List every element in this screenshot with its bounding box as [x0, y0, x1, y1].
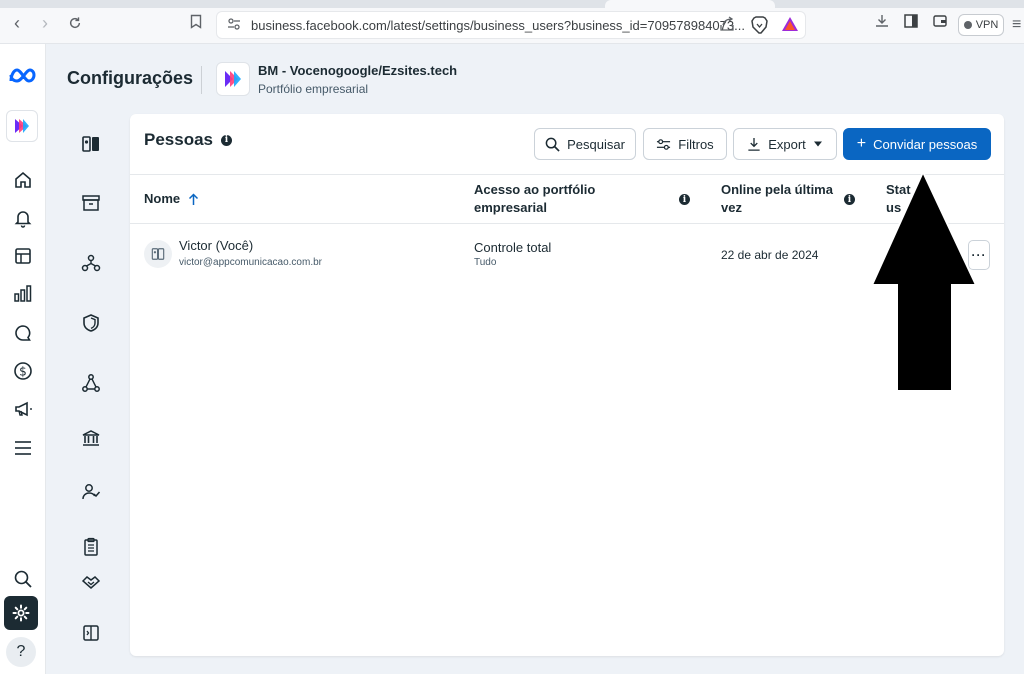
download-icon[interactable]	[874, 13, 890, 34]
gear-icon	[12, 604, 30, 622]
user-name[interactable]: Victor (Você)	[179, 238, 253, 253]
invite-people-button[interactable]: + Convidar pessoas	[843, 128, 991, 160]
search-icon	[545, 137, 560, 152]
user-check-icon[interactable]	[80, 481, 102, 503]
svg-text:$: $	[19, 365, 27, 379]
vpn-label: VPN	[975, 19, 999, 31]
invite-button-label: Convidar pessoas	[873, 136, 978, 152]
sidebar-toggle-icon[interactable]	[903, 13, 919, 34]
user-email: victor@appcomunicacao.com.br	[179, 257, 322, 268]
accounts-section-icon[interactable]	[80, 192, 102, 214]
billing-bank-icon[interactable]	[80, 427, 102, 449]
online-info-icon[interactable]: i	[844, 194, 855, 205]
integrations-section-icon[interactable]	[80, 252, 102, 274]
column-online-label-2: vez	[721, 200, 742, 215]
panel-icon[interactable]	[80, 622, 102, 644]
help-icon[interactable]: ?	[6, 637, 36, 667]
annotation-arrow-icon	[870, 170, 978, 392]
active-browser-tab[interactable]	[605, 0, 775, 8]
access-info-icon[interactable]: i	[679, 194, 690, 205]
business-logo-icon[interactable]	[216, 62, 250, 96]
column-online-label-1: Online pela última	[721, 182, 833, 197]
left-rail: $ ?	[0, 44, 46, 674]
ads-icon[interactable]	[11, 397, 35, 421]
business-type: Portfólio empresarial	[258, 82, 369, 96]
users-section-icon[interactable]	[80, 133, 102, 155]
filter-sliders-icon	[657, 138, 671, 150]
business-name[interactable]: BM - Vocenogoogle/Ezsites.tech	[258, 63, 457, 78]
business-app-icon[interactable]	[6, 110, 38, 142]
bookmark-icon[interactable]	[190, 14, 202, 34]
download-icon	[748, 137, 760, 151]
reload-icon[interactable]	[66, 14, 84, 32]
card-title: Pessoas	[144, 130, 213, 149]
sort-ascending-icon	[189, 192, 199, 205]
inbox-icon[interactable]	[11, 321, 35, 345]
share-icon[interactable]	[719, 16, 735, 37]
plus-icon: +	[856, 135, 867, 152]
avatar	[144, 240, 172, 268]
filters-button-label: Filtros	[678, 136, 714, 152]
forward-icon[interactable]: ›	[36, 13, 54, 33]
user-card-icon	[151, 248, 165, 260]
column-access-label-2: empresarial	[474, 200, 547, 215]
column-header-name[interactable]: Nome	[144, 190, 199, 208]
wallet-icon[interactable]	[932, 13, 948, 34]
handshake-icon[interactable]	[80, 571, 102, 593]
caret-down-icon	[813, 141, 822, 147]
insights-icon[interactable]	[11, 282, 35, 306]
address-bar[interactable]: business.facebook.com/latest/settings/bu…	[216, 11, 806, 39]
brave-rewards-icon[interactable]	[781, 16, 799, 37]
search-button-label: Pesquisar	[567, 136, 625, 152]
site-settings-icon[interactable]	[227, 17, 241, 34]
vpn-status-icon	[963, 21, 972, 29]
filters-button[interactable]: Filtros	[643, 128, 727, 160]
export-button-label: Export	[768, 136, 806, 152]
notifications-icon[interactable]	[11, 206, 35, 230]
monetization-icon[interactable]: $	[11, 359, 35, 383]
column-name-label: Nome	[144, 191, 181, 206]
browser-toolbar: ‹ › business.facebook.com/latest/setting…	[0, 0, 1024, 44]
requests-clipboard-icon[interactable]	[80, 536, 102, 558]
user-last-online: 22 de abr de 2024	[721, 248, 819, 262]
browser-tabstrip	[0, 0, 1024, 8]
user-access-scope: Tudo	[474, 257, 497, 268]
url-text: business.facebook.com/latest/settings/bu…	[251, 18, 745, 33]
brave-shields-icon[interactable]	[751, 16, 768, 39]
column-header-online[interactable]: Online pela última vez	[721, 181, 833, 217]
browser-menu-icon[interactable]: ≡	[1012, 16, 1021, 34]
header-divider	[201, 66, 202, 94]
search-button[interactable]: Pesquisar	[534, 128, 636, 160]
partners-section-icon[interactable]	[80, 372, 102, 394]
column-header-access[interactable]: Acesso ao portfólio empresarial	[474, 181, 595, 217]
home-icon[interactable]	[11, 168, 35, 192]
content-icon[interactable]	[11, 244, 35, 268]
page-title: Configurações	[67, 68, 194, 88]
back-icon[interactable]: ‹	[8, 13, 26, 33]
meta-logo-icon[interactable]	[7, 64, 39, 88]
vpn-button[interactable]: VPN	[958, 14, 1004, 36]
search-icon[interactable]	[11, 567, 35, 591]
user-access: Controle total	[474, 240, 552, 255]
info-icon[interactable]: i	[221, 134, 232, 146]
settings-button[interactable]	[4, 596, 38, 630]
export-button[interactable]: Export	[733, 128, 837, 160]
all-tools-icon[interactable]	[11, 436, 35, 460]
column-access-label-1: Acesso ao portfólio	[474, 182, 596, 197]
card-header: Pessoas i	[144, 130, 232, 150]
security-shield-icon[interactable]	[80, 312, 102, 334]
